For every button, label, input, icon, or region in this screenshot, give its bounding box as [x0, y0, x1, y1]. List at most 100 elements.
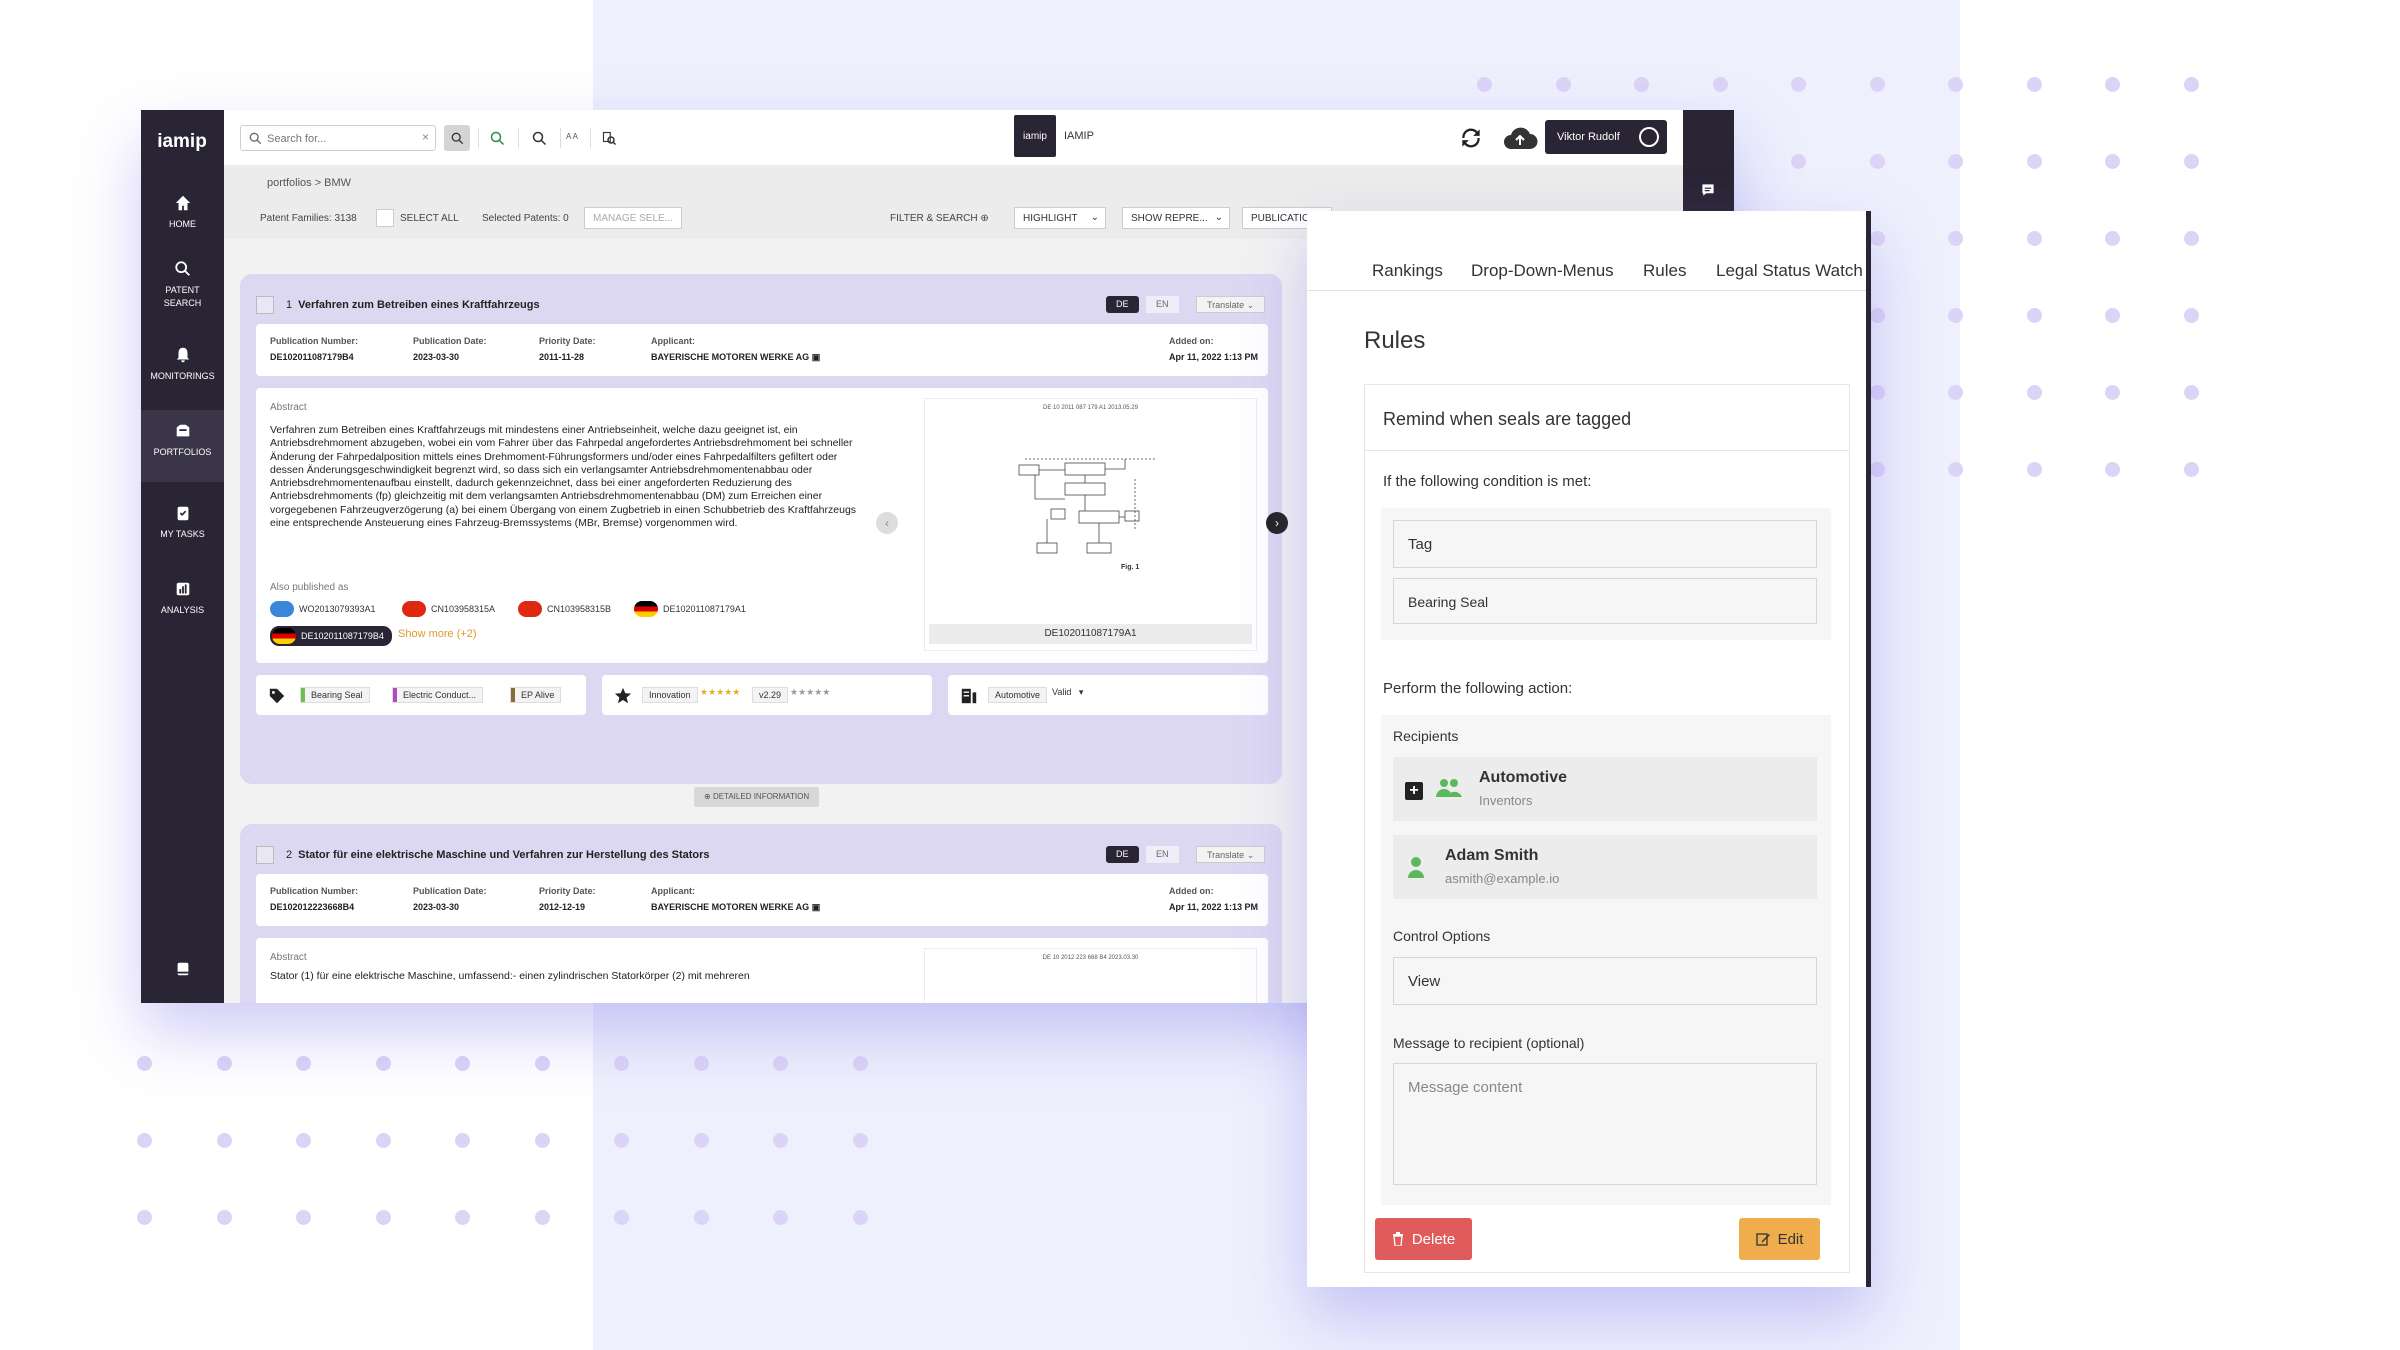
legal-status-dropdown[interactable]: Valid ▾: [1052, 687, 1083, 698]
result-title[interactable]: 2 Stator für eine elektrische Maschine un…: [286, 849, 710, 861]
decorative-dot: [216, 1056, 232, 1071]
lang-de-toggle[interactable]: DE: [1106, 296, 1139, 313]
tab-rankings[interactable]: Rankings: [1372, 261, 1443, 281]
chat-icon[interactable]: [1700, 182, 1716, 198]
upload-button[interactable]: [1500, 122, 1540, 154]
patent-figure[interactable]: DE 10 2012 223 668 B4 2023.03.30: [924, 948, 1257, 1003]
decorative-dot: [693, 1056, 709, 1071]
show-more-link[interactable]: Show more (+2): [398, 628, 477, 640]
tab-legal-status-watch[interactable]: Legal Status Watch: [1716, 261, 1863, 281]
result-title[interactable]: 1 Verfahren zum Betreiben eines Kraftfahr…: [286, 299, 540, 311]
tag-chip[interactable]: Bearing Seal: [300, 687, 370, 703]
translate-dropdown[interactable]: Translate ⌄: [1196, 846, 1266, 863]
decorative-dot: [137, 1133, 152, 1148]
sync-button[interactable]: [1455, 122, 1487, 154]
next-figure-button[interactable]: ›: [1266, 512, 1288, 534]
breadcrumb[interactable]: portfolios > BMW: [224, 166, 1683, 199]
decorative-dot: [1869, 308, 1885, 323]
select-all-checkbox[interactable]: [376, 209, 394, 227]
select-all-label[interactable]: SELECT ALL: [400, 213, 459, 224]
highlight-dropdown[interactable]: HIGHLIGHT ⌄: [1014, 207, 1106, 229]
result-checkbox[interactable]: [256, 296, 274, 314]
priority-date: Priority Date: 2011-11-28: [539, 336, 596, 362]
family-member-chip[interactable]: CN103958315A: [402, 601, 495, 617]
decorative-dot: [137, 1056, 152, 1071]
trash-icon: [1392, 1232, 1403, 1246]
version-chip[interactable]: v2.29: [752, 687, 789, 703]
delete-button[interactable]: Delete: [1375, 1218, 1472, 1260]
family-member-chip[interactable]: WO2013079393A1: [270, 601, 376, 617]
condition-field-select[interactable]: Tag: [1393, 520, 1817, 568]
nav-monitorings[interactable]: MONITORINGS: [141, 346, 224, 402]
detailed-information-button[interactable]: ⊕ DETAILED INFORMATION: [694, 787, 820, 807]
manage-selection-button[interactable]: MANAGE SELE...: [584, 207, 683, 229]
decorative-dot: [1712, 77, 1728, 92]
decorative-dot: [852, 1210, 868, 1225]
lang-en-toggle[interactable]: EN: [1146, 296, 1179, 313]
family-member-chip[interactable]: DE102011087179A1: [634, 601, 746, 617]
similar-search-button[interactable]: [526, 125, 552, 151]
result-meta: Publication Number: DE102011087179B4 Publ…: [256, 324, 1268, 376]
search-button[interactable]: [444, 125, 470, 151]
recipient-item[interactable]: Adam Smith asmith@example.io: [1393, 835, 1817, 899]
rule-name[interactable]: Remind when seals are tagged: [1365, 385, 1849, 451]
rating-chip[interactable]: Innovation: [642, 687, 698, 703]
decorative-dot: [1869, 231, 1885, 246]
tag-icon[interactable]: [268, 687, 286, 705]
condition-value-select[interactable]: Bearing Seal: [1393, 578, 1817, 624]
condition-label: If the following condition is met:: [1383, 473, 1592, 490]
rating-stars[interactable]: ★★★★★: [790, 687, 830, 698]
lang-en-toggle[interactable]: EN: [1146, 846, 1179, 863]
decorative-dot: [2183, 154, 2199, 169]
family-member-chip-active[interactable]: DE102011087179B4: [270, 626, 392, 646]
search-icon: [174, 261, 190, 276]
recipient-item[interactable]: + Automotive Inventors: [1393, 757, 1817, 821]
decorative-dot: [1869, 77, 1885, 92]
nav-my-tasks[interactable]: MY TASKS: [141, 504, 224, 560]
edit-icon: [1755, 1233, 1770, 1246]
global-search[interactable]: ×: [240, 125, 436, 151]
decorative-dot: [2026, 154, 2042, 169]
prev-figure-button[interactable]: ‹: [876, 512, 898, 534]
star-icon[interactable]: [614, 687, 632, 705]
nav-portfolios[interactable]: PORTFOLIOS: [141, 410, 224, 482]
external-link-icon[interactable]: ▣: [812, 352, 821, 362]
also-published-label: Also published as: [270, 582, 349, 593]
similar-search-icon: [532, 131, 546, 145]
external-link-icon[interactable]: ▣: [812, 902, 821, 912]
message-textarea[interactable]: Message content: [1393, 1063, 1817, 1185]
edit-button[interactable]: Edit: [1739, 1218, 1820, 1260]
decorative-dot: [296, 1133, 311, 1148]
document-search-button[interactable]: [596, 125, 622, 151]
tab-drop-down-menus[interactable]: Drop-Down-Menus: [1471, 261, 1614, 281]
user-name: Viktor Rudolf: [1557, 131, 1620, 143]
group-chip[interactable]: Automotive: [988, 687, 1048, 703]
show-representative-dropdown[interactable]: SHOW REPRE... ⌄: [1122, 207, 1230, 229]
refine-search-button[interactable]: [484, 125, 510, 151]
clear-icon[interactable]: ×: [422, 130, 429, 144]
tag-chip[interactable]: EP Alive: [510, 687, 562, 703]
nav-help[interactable]: [141, 960, 224, 984]
user-menu-button[interactable]: Viktor Rudolf: [1545, 120, 1667, 154]
app-logo[interactable]: iamip: [149, 118, 215, 166]
patent-figure[interactable]: DE 10 2011 087 179 A1 2013.05.29 Fig. 1 …: [924, 398, 1257, 651]
search-input[interactable]: [267, 130, 407, 148]
lang-de-toggle[interactable]: DE: [1106, 846, 1139, 863]
avatar: [1639, 127, 1659, 147]
list-status-icon[interactable]: [960, 687, 978, 705]
nav-analysis[interactable]: ANALYSIS: [141, 580, 224, 636]
translate-dropdown[interactable]: Translate ⌄: [1196, 296, 1266, 313]
nav-patent-search[interactable]: PATENT SEARCH: [141, 260, 224, 324]
control-options-select[interactable]: View: [1393, 957, 1817, 1005]
text-size-toggle[interactable]: A A: [566, 132, 578, 141]
expand-plus-icon[interactable]: +: [1405, 782, 1423, 800]
tag-chip[interactable]: Electric Conduct...: [392, 687, 484, 703]
tab-rules[interactable]: Rules: [1643, 261, 1686, 281]
filter-search-button[interactable]: FILTER & SEARCH ⊕: [890, 213, 989, 224]
result-checkbox[interactable]: [256, 846, 274, 864]
search-icon: [249, 132, 262, 145]
nav-home[interactable]: HOME: [141, 194, 224, 250]
rating-stars[interactable]: ★★★★★: [700, 687, 740, 698]
result-card: 1 Verfahren zum Betreiben eines Kraftfahr…: [240, 274, 1288, 784]
family-member-chip[interactable]: CN103958315B: [518, 601, 611, 617]
